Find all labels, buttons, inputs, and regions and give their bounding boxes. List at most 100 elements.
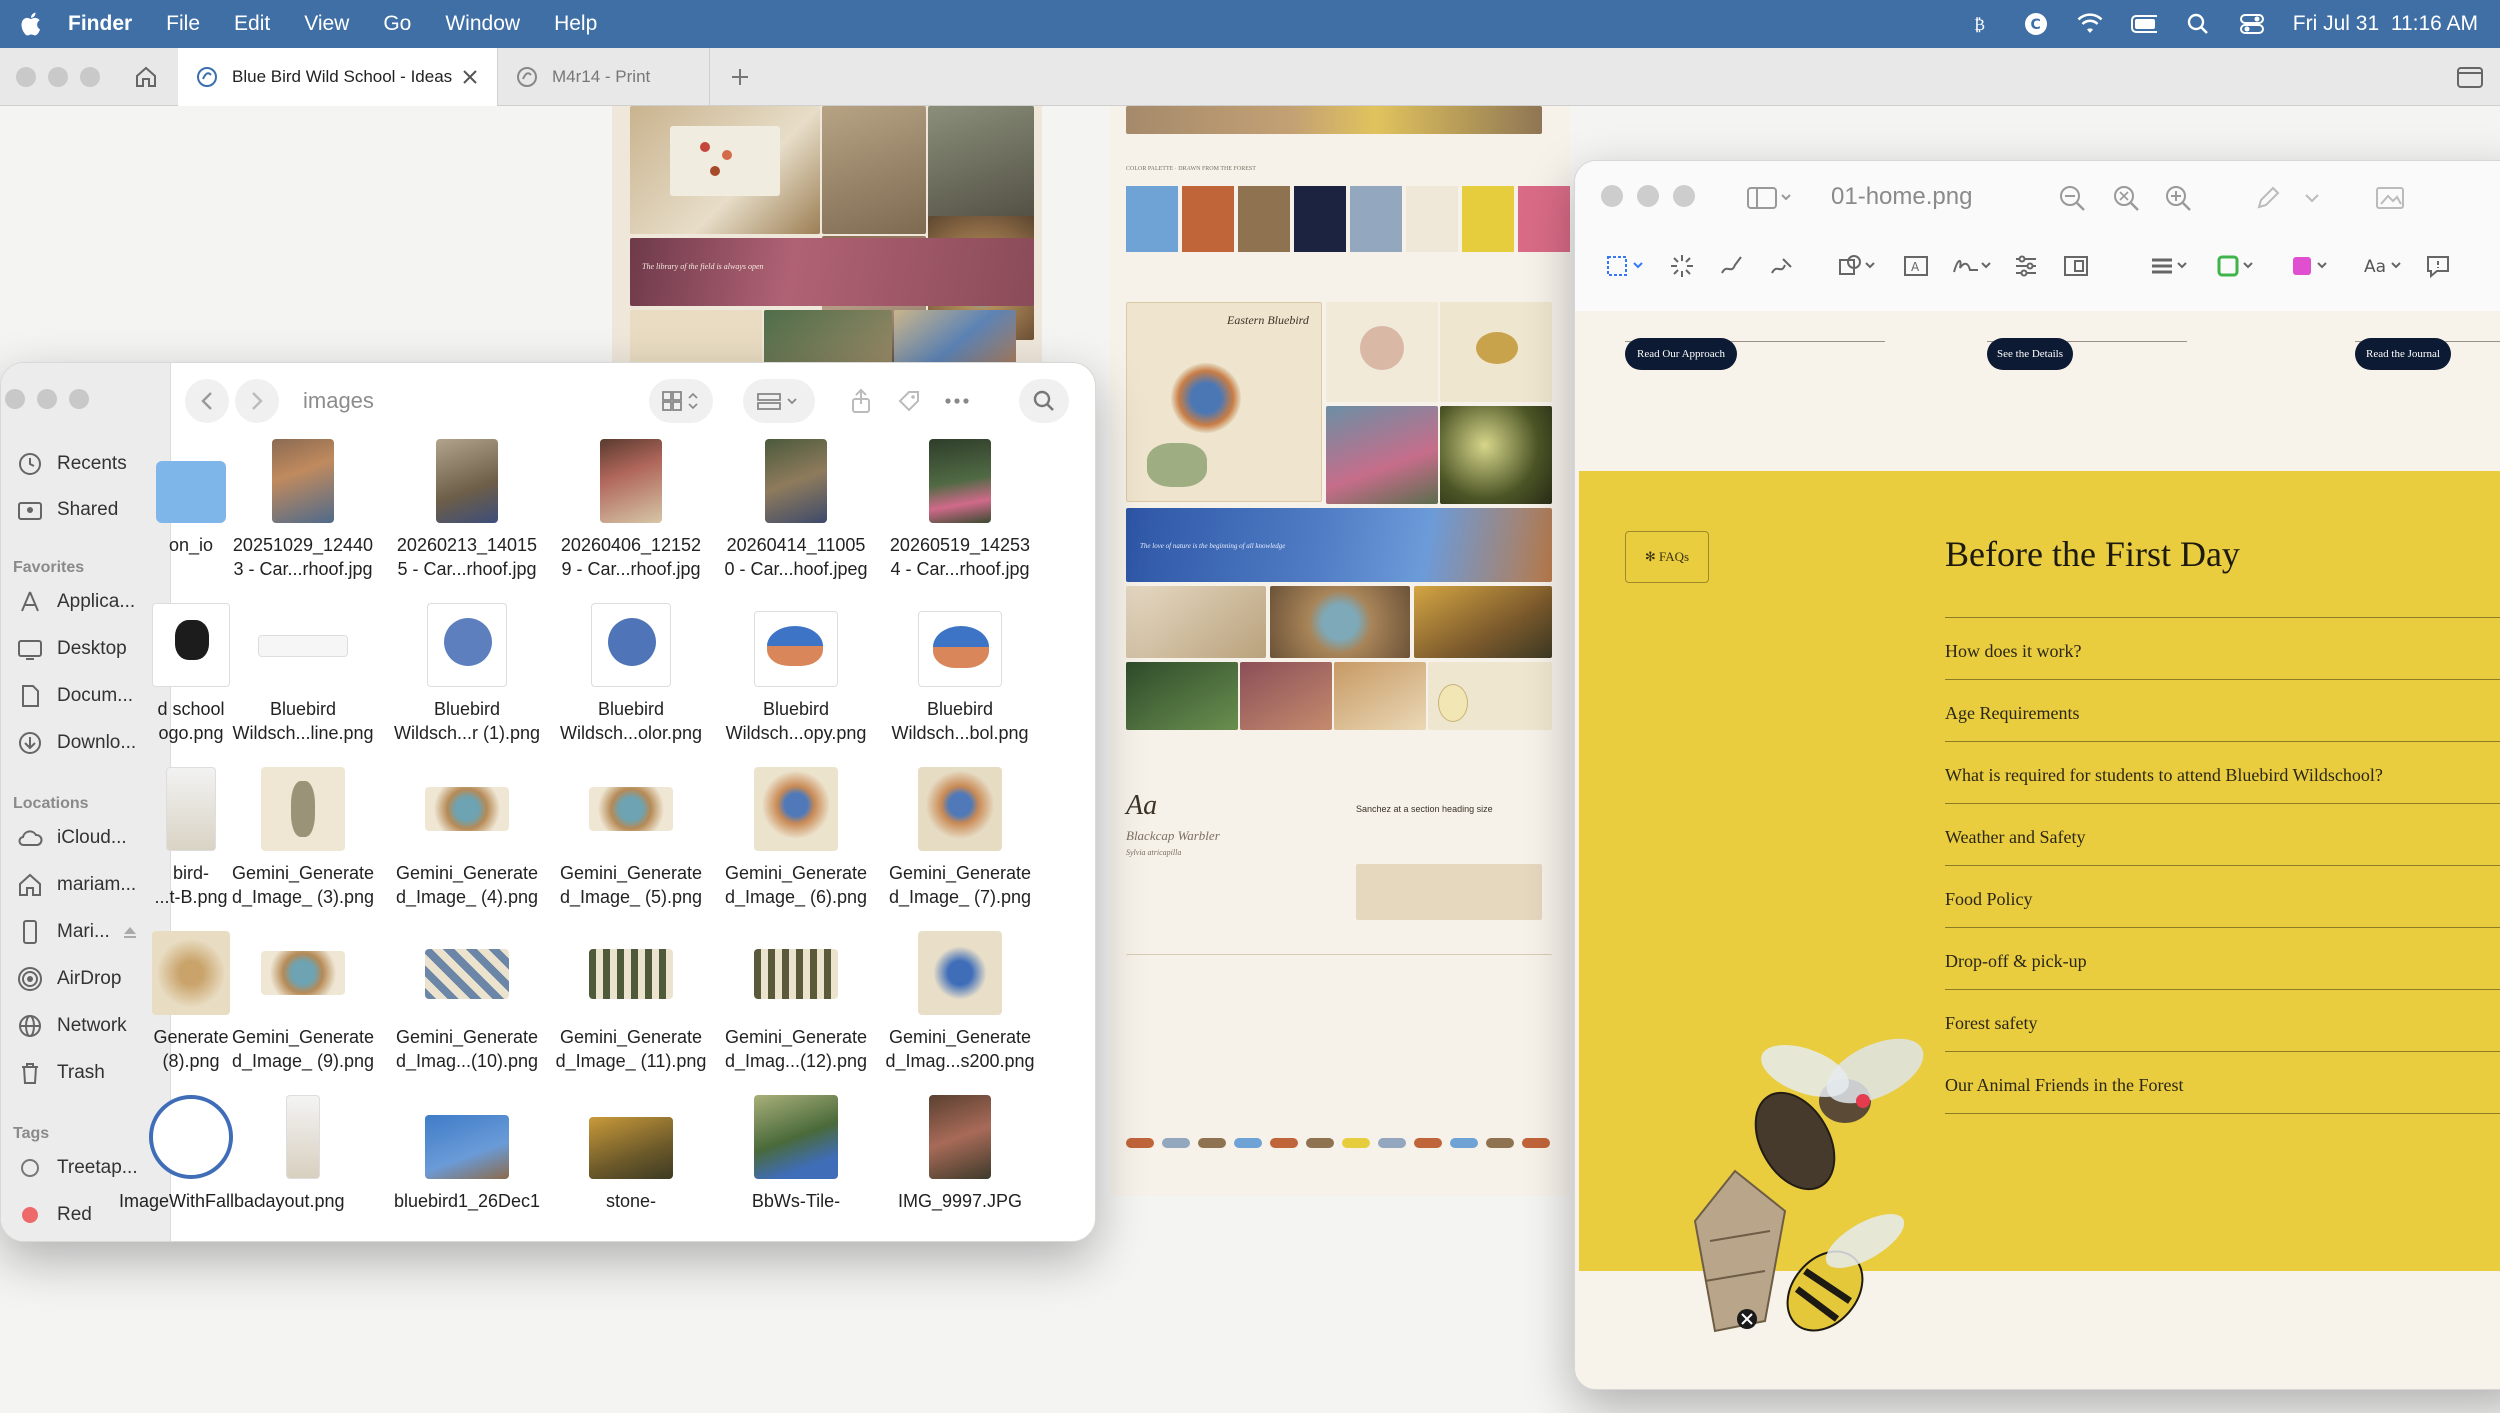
sketch-icon[interactable] (1717, 251, 1747, 281)
minimize-window-button[interactable] (1637, 185, 1659, 207)
menu-view[interactable]: View (304, 12, 349, 36)
menu-help[interactable]: Help (554, 12, 597, 36)
menu-file[interactable]: File (166, 12, 200, 36)
file-item[interactable]: IMG_9997.JPG (880, 1095, 1040, 1213)
sidebar-view-icon[interactable] (1743, 183, 1797, 213)
menu-clock[interactable]: Fri Jul 31 11:16 AM (2293, 12, 2478, 36)
file-item[interactable]: Bluebird Wildsch...line.png (223, 603, 383, 745)
file-item[interactable]: Gemini_Generate d_Image_ (4).png (387, 767, 547, 909)
file-item[interactable]: 20260414_11005 0 - Car...hoof.jpeg (716, 439, 876, 581)
adjust-size-icon[interactable] (2061, 251, 2091, 281)
file-item[interactable]: Gemini_Generate d_Image_ (7).png (880, 767, 1040, 909)
zoom-window-button[interactable] (80, 66, 100, 87)
tag-button[interactable] (887, 379, 931, 423)
battery-icon[interactable] (2130, 11, 2157, 37)
file-item[interactable]: 20260213_14015 5 - Car...rhoof.jpg (387, 439, 547, 581)
sidebar-toggle-icon[interactable] (2454, 61, 2486, 93)
text-style-icon[interactable]: Aa (2361, 251, 2407, 281)
file-item[interactable]: Gemini_Generate d_Image_ (5).png (551, 767, 711, 909)
line-style-icon[interactable] (2149, 251, 2195, 281)
control-center-icon[interactable] (2239, 11, 2265, 37)
menu-window[interactable]: Window (445, 12, 520, 36)
read-our-approach-button[interactable]: Read Our Approach (1625, 338, 1737, 370)
sidebar-item-trash[interactable]: Trash (17, 1060, 105, 1086)
menu-go[interactable]: Go (383, 12, 411, 36)
file-item[interactable]: BbWs-Tile- (716, 1095, 876, 1213)
view-mode-button[interactable] (649, 379, 713, 423)
file-item[interactable]: 20260519_14253 4 - Car...rhoof.jpg (880, 439, 1040, 581)
share-button[interactable] (839, 379, 883, 423)
wifi-icon[interactable] (2077, 11, 2103, 37)
crop-image-icon[interactable] (2375, 183, 2405, 213)
file-item[interactable]: Gemini_Generate d_Imag...s200.png (880, 931, 1040, 1073)
search-button[interactable] (1019, 379, 1069, 423)
file-item[interactable]: Gemini_Generate d_Image_ (11).png (551, 931, 711, 1073)
markup-menu-chevron-icon[interactable] (2297, 183, 2327, 213)
close-tab-icon[interactable] (461, 68, 479, 86)
faq-question[interactable]: Our Animal Friends in the Forest (1945, 1075, 2183, 1096)
zoom-in-icon[interactable] (2163, 183, 2193, 213)
zoom-fit-icon[interactable] (2111, 183, 2141, 213)
new-tab-plus-icon[interactable] (724, 61, 756, 93)
sidebar-item-tag-red[interactable]: Red (17, 1202, 92, 1228)
fill-color-icon[interactable] (2289, 251, 2335, 281)
see-the-details-button[interactable]: See the Details (1987, 338, 2073, 370)
tab-blue-bird-wild-school[interactable]: Blue Bird Wild School - Ideas (178, 47, 498, 106)
text-box-icon[interactable]: A (1901, 251, 1931, 281)
file-item[interactable]: bluebird1_26Dec1 (387, 1095, 547, 1213)
annotate-icon[interactable] (2423, 251, 2453, 281)
faq-question[interactable]: How does it work? (1945, 641, 2081, 662)
file-item[interactable]: Gemini_Generate d_Imag...(12).png (716, 931, 876, 1073)
zoom-window-button[interactable] (69, 389, 89, 409)
signature-icon[interactable] (1951, 251, 1997, 281)
more-actions-button[interactable] (935, 379, 979, 423)
close-window-button[interactable] (16, 66, 36, 87)
file-item[interactable]: Gemini_Generate d_Image_ (9).png (223, 931, 383, 1073)
menu-app-name[interactable]: Finder (68, 12, 132, 36)
sidebar-item-airdrop[interactable]: AirDrop (17, 966, 121, 992)
group-by-button[interactable] (743, 379, 815, 423)
sidebar-item-label: Red (57, 1204, 92, 1225)
file-item[interactable]: Bluebird Wildsch...olor.png (551, 603, 711, 745)
adjust-color-icon[interactable] (2011, 251, 2041, 281)
app-c-icon[interactable]: C (2023, 11, 2049, 37)
menu-edit[interactable]: Edit (234, 12, 270, 36)
instant-alpha-icon[interactable] (1667, 251, 1697, 281)
spotlight-search-icon[interactable] (2185, 11, 2211, 37)
text-input-icon[interactable]: ₿ (1969, 11, 1995, 37)
faq-question[interactable]: What is required for students to attend … (1945, 765, 2383, 786)
zoom-out-icon[interactable] (2057, 183, 2087, 213)
close-window-button[interactable] (1601, 185, 1623, 207)
forward-button[interactable] (235, 379, 279, 423)
minimize-window-button[interactable] (48, 66, 68, 87)
faq-question[interactable]: Food Policy (1945, 889, 2033, 910)
back-button[interactable] (185, 379, 229, 423)
file-item[interactable]: Bluebird Wildsch...opy.png (716, 603, 876, 745)
markup-pen-icon[interactable] (2253, 183, 2283, 213)
draw-icon[interactable] (1767, 251, 1797, 281)
file-item[interactable]: Gemini_Generate d_Image_ (6).png (716, 767, 876, 909)
minimize-window-button[interactable] (37, 389, 57, 409)
read-the-journal-button[interactable]: Read the Journal (2355, 338, 2451, 370)
file-item[interactable]: layout.png (223, 1095, 383, 1213)
border-color-icon[interactable] (2215, 251, 2261, 281)
faq-question[interactable]: Drop-off & pick-up (1945, 951, 2087, 972)
rectangle-select-icon[interactable] (1605, 251, 1651, 281)
file-item[interactable]: Gemini_Generate d_Image_ (3).png (223, 767, 383, 909)
file-item[interactable]: Gemini_Generate d_Imag...(10).png (387, 931, 547, 1073)
tab-m4r14-print[interactable]: M4r14 - Print (498, 47, 710, 106)
apple-menu-icon[interactable] (18, 10, 46, 38)
file-item[interactable]: Bluebird Wildsch...r (1).png (387, 603, 547, 745)
sidebar-item-shared[interactable]: Shared (17, 497, 118, 523)
faq-question[interactable]: Weather and Safety (1945, 827, 2085, 848)
file-item[interactable]: 20260406_12152 9 - Car...rhoof.jpg (551, 439, 711, 581)
shapes-icon[interactable] (1837, 251, 1883, 281)
file-item[interactable]: Bluebird Wildsch...bol.png (880, 603, 1040, 745)
close-window-button[interactable] (5, 389, 25, 409)
home-icon[interactable] (130, 61, 162, 93)
faq-question[interactable]: Age Requirements (1945, 703, 2079, 724)
file-item[interactable]: 20251029_12440 3 - Car...rhoof.jpg (223, 439, 383, 581)
faq-question[interactable]: Forest safety (1945, 1013, 2037, 1034)
zoom-window-button[interactable] (1673, 185, 1695, 207)
file-item[interactable]: stone- (551, 1095, 711, 1213)
